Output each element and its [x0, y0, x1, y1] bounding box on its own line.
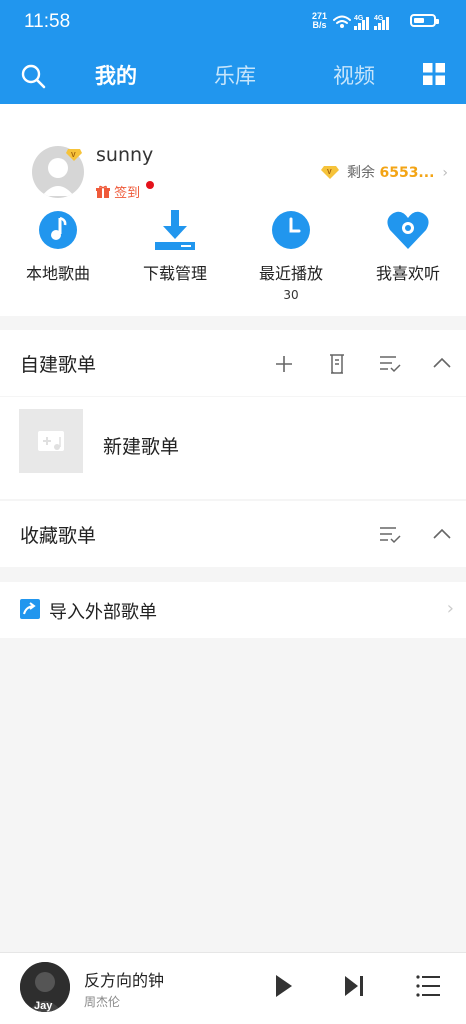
created-playlists-title: 自建歌单 — [20, 354, 97, 376]
grid-menu-icon[interactable] — [423, 63, 445, 85]
quick-recent-plays[interactable]: 最近播放 30 — [236, 208, 346, 302]
new-playlist-cover — [19, 409, 83, 473]
clock-icon — [272, 211, 310, 249]
points-balance[interactable]: V 剩余 6553... › — [321, 162, 448, 182]
album-cover[interactable]: Jay — [20, 962, 70, 1012]
status-bar: 11:58 271 B/s 4G 4G — [0, 0, 466, 46]
download-icon — [155, 210, 195, 250]
import-playlist-row[interactable]: 导入外部歌单 › — [0, 582, 466, 638]
search-icon[interactable] — [20, 63, 46, 89]
tab-library[interactable]: 乐库 — [214, 60, 256, 90]
battery-level — [414, 18, 424, 23]
add-icon[interactable] — [274, 354, 294, 374]
next-track-icon[interactable] — [343, 973, 365, 999]
tab-video[interactable]: 视频 — [333, 60, 375, 90]
manage-icon[interactable] — [328, 353, 346, 375]
profile-card: V sunny 签到 V 剩余 6553... › 本地歌曲 下载管理 最近播放… — [0, 104, 466, 316]
quick-recent-plays-label: 最近播放 — [258, 264, 323, 283]
sort-icon[interactable] — [379, 354, 401, 374]
sort-icon[interactable] — [379, 525, 401, 545]
network-speed: 271 B/s — [312, 12, 327, 30]
svg-text:V: V — [71, 152, 76, 159]
chevron-right-icon: › — [446, 598, 454, 619]
collected-playlists-header: 收藏歌单 — [0, 501, 466, 567]
recent-plays-count: 30 — [283, 288, 299, 302]
signal-icons: 4G 4G — [333, 15, 389, 30]
clock: 11:58 — [24, 11, 71, 32]
import-playlist-label: 导入外部歌单 — [49, 602, 157, 623]
collected-playlists-title: 收藏歌单 — [20, 525, 97, 547]
cover-text: Jay — [34, 1000, 53, 1012]
artist-name: 周杰伦 — [84, 995, 121, 1009]
mini-player[interactable]: Jay 反方向的钟 周杰伦 — [0, 952, 466, 1024]
gift-icon — [96, 185, 110, 198]
quick-download-manager[interactable]: 下载管理 — [120, 208, 230, 284]
music-note-icon — [39, 211, 77, 249]
quick-favorites[interactable]: 我喜欢听 — [353, 208, 463, 284]
chevron-right-icon: › — [442, 165, 448, 181]
song-title: 反方向的钟 — [84, 971, 165, 990]
collapse-chevron-icon[interactable] — [433, 357, 451, 369]
new-playlist-label: 新建歌单 — [103, 436, 180, 458]
svg-text:V: V — [327, 169, 332, 176]
signin-notification-dot — [146, 181, 154, 189]
battery-icon — [410, 14, 439, 27]
diamond-icon: V — [321, 166, 340, 179]
new-playlist-row[interactable]: 新建歌单 — [0, 397, 466, 499]
quick-download-manager-label: 下载管理 — [142, 264, 207, 283]
play-icon[interactable] — [274, 973, 294, 999]
points-label: 剩余 — [347, 165, 376, 181]
import-icon — [20, 599, 40, 619]
created-playlists-header: 自建歌单 — [0, 330, 466, 396]
username[interactable]: sunny — [96, 144, 153, 166]
speed-unit: B/s — [312, 20, 327, 30]
playlist-queue-icon[interactable] — [416, 973, 440, 999]
tab-mine[interactable]: 我的 — [95, 60, 137, 90]
quick-favorites-label: 我喜欢听 — [375, 264, 440, 283]
signin-label: 签到 — [114, 186, 141, 201]
vip-badge-icon: V — [66, 149, 82, 161]
signin-button[interactable]: 签到 — [96, 181, 154, 201]
quick-local-songs[interactable]: 本地歌曲 — [3, 208, 113, 284]
quick-local-songs-label: 本地歌曲 — [25, 264, 90, 283]
heart-icon — [387, 211, 429, 249]
points-value: 6553... — [379, 165, 435, 181]
top-nav: 我的 乐库 视频 — [0, 46, 466, 104]
add-music-icon — [38, 431, 64, 451]
collapse-chevron-icon[interactable] — [433, 528, 451, 540]
